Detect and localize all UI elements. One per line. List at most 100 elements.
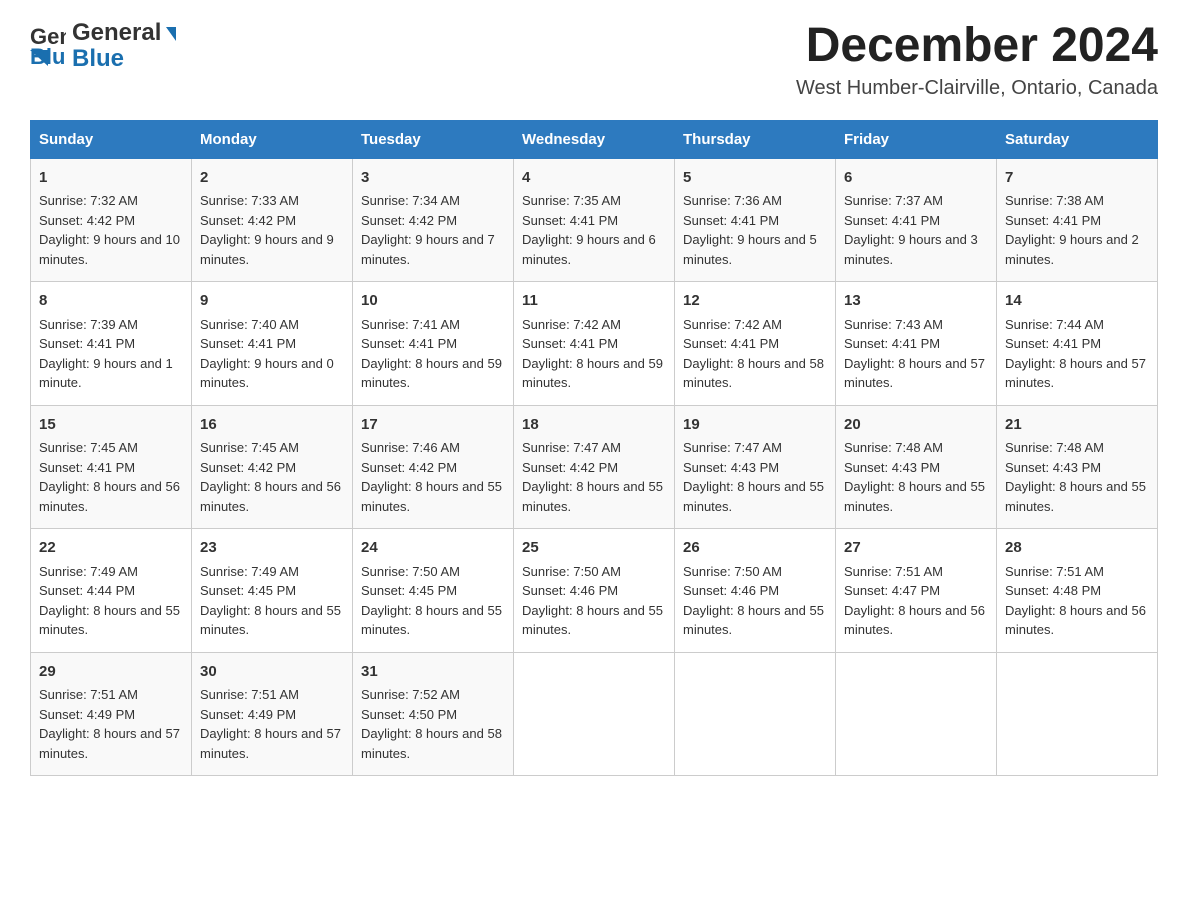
- page-header: General Blue General Blue December 2024 …: [30, 20, 1158, 100]
- weekday-header-saturday: Saturday: [997, 120, 1158, 158]
- calendar-cell: [997, 652, 1158, 776]
- sunrise-text: Sunrise: 7:47 AM: [683, 438, 827, 458]
- sunset-text: Sunset: 4:42 PM: [200, 211, 344, 231]
- calendar-cell: 1Sunrise: 7:32 AMSunset: 4:42 PMDaylight…: [31, 158, 192, 282]
- daylight-text: Daylight: 8 hours and 59 minutes.: [522, 354, 666, 393]
- sunrise-text: Sunrise: 7:46 AM: [361, 438, 505, 458]
- calendar-cell: 26Sunrise: 7:50 AMSunset: 4:46 PMDayligh…: [675, 529, 836, 653]
- sunset-text: Sunset: 4:41 PM: [39, 334, 183, 354]
- sunrise-text: Sunrise: 7:39 AM: [39, 315, 183, 335]
- daylight-text: Daylight: 9 hours and 7 minutes.: [361, 230, 505, 269]
- daylight-text: Daylight: 8 hours and 55 minutes.: [39, 601, 183, 640]
- day-number: 29: [39, 661, 183, 684]
- sunset-text: Sunset: 4:46 PM: [683, 581, 827, 601]
- title-block: December 2024 West Humber-Clairville, On…: [796, 20, 1158, 100]
- calendar-cell: 17Sunrise: 7:46 AMSunset: 4:42 PMDayligh…: [353, 405, 514, 529]
- day-number: 30: [200, 661, 344, 684]
- calendar-cell: 18Sunrise: 7:47 AMSunset: 4:42 PMDayligh…: [514, 405, 675, 529]
- calendar-cell: 23Sunrise: 7:49 AMSunset: 4:45 PMDayligh…: [192, 529, 353, 653]
- weekday-header-friday: Friday: [836, 120, 997, 158]
- calendar-cell: 24Sunrise: 7:50 AMSunset: 4:45 PMDayligh…: [353, 529, 514, 653]
- daylight-text: Daylight: 9 hours and 3 minutes.: [844, 230, 988, 269]
- day-number: 17: [361, 414, 505, 437]
- sunset-text: Sunset: 4:41 PM: [1005, 334, 1149, 354]
- calendar-cell: 2Sunrise: 7:33 AMSunset: 4:42 PMDaylight…: [192, 158, 353, 282]
- sunrise-text: Sunrise: 7:42 AM: [522, 315, 666, 335]
- location-title: West Humber-Clairville, Ontario, Canada: [796, 77, 1158, 100]
- calendar-cell: 13Sunrise: 7:43 AMSunset: 4:41 PMDayligh…: [836, 282, 997, 406]
- calendar-cell: 8Sunrise: 7:39 AMSunset: 4:41 PMDaylight…: [31, 282, 192, 406]
- day-number: 28: [1005, 537, 1149, 560]
- calendar-cell: [514, 652, 675, 776]
- daylight-text: Daylight: 8 hours and 55 minutes.: [683, 477, 827, 516]
- sunset-text: Sunset: 4:41 PM: [522, 211, 666, 231]
- sunset-text: Sunset: 4:42 PM: [200, 458, 344, 478]
- sunrise-text: Sunrise: 7:50 AM: [522, 562, 666, 582]
- sunrise-text: Sunrise: 7:51 AM: [844, 562, 988, 582]
- sunrise-text: Sunrise: 7:51 AM: [200, 685, 344, 705]
- calendar-cell: [836, 652, 997, 776]
- calendar-week-row: 15Sunrise: 7:45 AMSunset: 4:41 PMDayligh…: [31, 405, 1158, 529]
- daylight-text: Daylight: 8 hours and 55 minutes.: [522, 477, 666, 516]
- calendar-week-row: 1Sunrise: 7:32 AMSunset: 4:42 PMDaylight…: [31, 158, 1158, 282]
- day-number: 31: [361, 661, 505, 684]
- daylight-text: Daylight: 8 hours and 55 minutes.: [522, 601, 666, 640]
- day-number: 2: [200, 167, 344, 190]
- sunset-text: Sunset: 4:47 PM: [844, 581, 988, 601]
- sunset-text: Sunset: 4:41 PM: [844, 211, 988, 231]
- sunset-text: Sunset: 4:42 PM: [522, 458, 666, 478]
- sunset-text: Sunset: 4:42 PM: [361, 458, 505, 478]
- logo-icon: General Blue: [30, 22, 66, 71]
- sunrise-text: Sunrise: 7:38 AM: [1005, 191, 1149, 211]
- sunset-text: Sunset: 4:43 PM: [1005, 458, 1149, 478]
- daylight-text: Daylight: 8 hours and 57 minutes.: [200, 724, 344, 763]
- day-number: 11: [522, 290, 666, 313]
- daylight-text: Daylight: 9 hours and 9 minutes.: [200, 230, 344, 269]
- calendar-cell: 9Sunrise: 7:40 AMSunset: 4:41 PMDaylight…: [192, 282, 353, 406]
- calendar-cell: 22Sunrise: 7:49 AMSunset: 4:44 PMDayligh…: [31, 529, 192, 653]
- daylight-text: Daylight: 8 hours and 56 minutes.: [39, 477, 183, 516]
- sunrise-text: Sunrise: 7:45 AM: [39, 438, 183, 458]
- sunset-text: Sunset: 4:41 PM: [361, 334, 505, 354]
- day-number: 8: [39, 290, 183, 313]
- daylight-text: Daylight: 8 hours and 55 minutes.: [361, 477, 505, 516]
- calendar-cell: 30Sunrise: 7:51 AMSunset: 4:49 PMDayligh…: [192, 652, 353, 776]
- daylight-text: Daylight: 8 hours and 55 minutes.: [361, 601, 505, 640]
- sunrise-text: Sunrise: 7:34 AM: [361, 191, 505, 211]
- sunrise-text: Sunrise: 7:44 AM: [1005, 315, 1149, 335]
- day-number: 14: [1005, 290, 1149, 313]
- daylight-text: Daylight: 9 hours and 5 minutes.: [683, 230, 827, 269]
- calendar-cell: 11Sunrise: 7:42 AMSunset: 4:41 PMDayligh…: [514, 282, 675, 406]
- sunrise-text: Sunrise: 7:33 AM: [200, 191, 344, 211]
- logo-blue-text: Blue: [72, 46, 176, 72]
- day-number: 22: [39, 537, 183, 560]
- day-number: 21: [1005, 414, 1149, 437]
- sunset-text: Sunset: 4:49 PM: [200, 705, 344, 725]
- sunrise-text: Sunrise: 7:52 AM: [361, 685, 505, 705]
- calendar-cell: 21Sunrise: 7:48 AMSunset: 4:43 PMDayligh…: [997, 405, 1158, 529]
- sunrise-text: Sunrise: 7:48 AM: [844, 438, 988, 458]
- sunset-text: Sunset: 4:42 PM: [39, 211, 183, 231]
- weekday-header-sunday: Sunday: [31, 120, 192, 158]
- daylight-text: Daylight: 9 hours and 2 minutes.: [1005, 230, 1149, 269]
- sunrise-text: Sunrise: 7:47 AM: [522, 438, 666, 458]
- day-number: 26: [683, 537, 827, 560]
- daylight-text: Daylight: 8 hours and 57 minutes.: [1005, 354, 1149, 393]
- daylight-text: Daylight: 8 hours and 56 minutes.: [200, 477, 344, 516]
- sunset-text: Sunset: 4:45 PM: [361, 581, 505, 601]
- daylight-text: Daylight: 9 hours and 6 minutes.: [522, 230, 666, 269]
- day-number: 24: [361, 537, 505, 560]
- sunset-text: Sunset: 4:50 PM: [361, 705, 505, 725]
- logo: General Blue General Blue: [30, 20, 176, 73]
- calendar-cell: 19Sunrise: 7:47 AMSunset: 4:43 PMDayligh…: [675, 405, 836, 529]
- month-title: December 2024: [796, 20, 1158, 73]
- daylight-text: Daylight: 8 hours and 55 minutes.: [683, 601, 827, 640]
- calendar-header: SundayMondayTuesdayWednesdayThursdayFrid…: [31, 120, 1158, 158]
- calendar-cell: 10Sunrise: 7:41 AMSunset: 4:41 PMDayligh…: [353, 282, 514, 406]
- daylight-text: Daylight: 8 hours and 56 minutes.: [1005, 601, 1149, 640]
- daylight-text: Daylight: 8 hours and 57 minutes.: [39, 724, 183, 763]
- day-number: 1: [39, 167, 183, 190]
- sunrise-text: Sunrise: 7:37 AM: [844, 191, 988, 211]
- day-number: 18: [522, 414, 666, 437]
- weekday-header-thursday: Thursday: [675, 120, 836, 158]
